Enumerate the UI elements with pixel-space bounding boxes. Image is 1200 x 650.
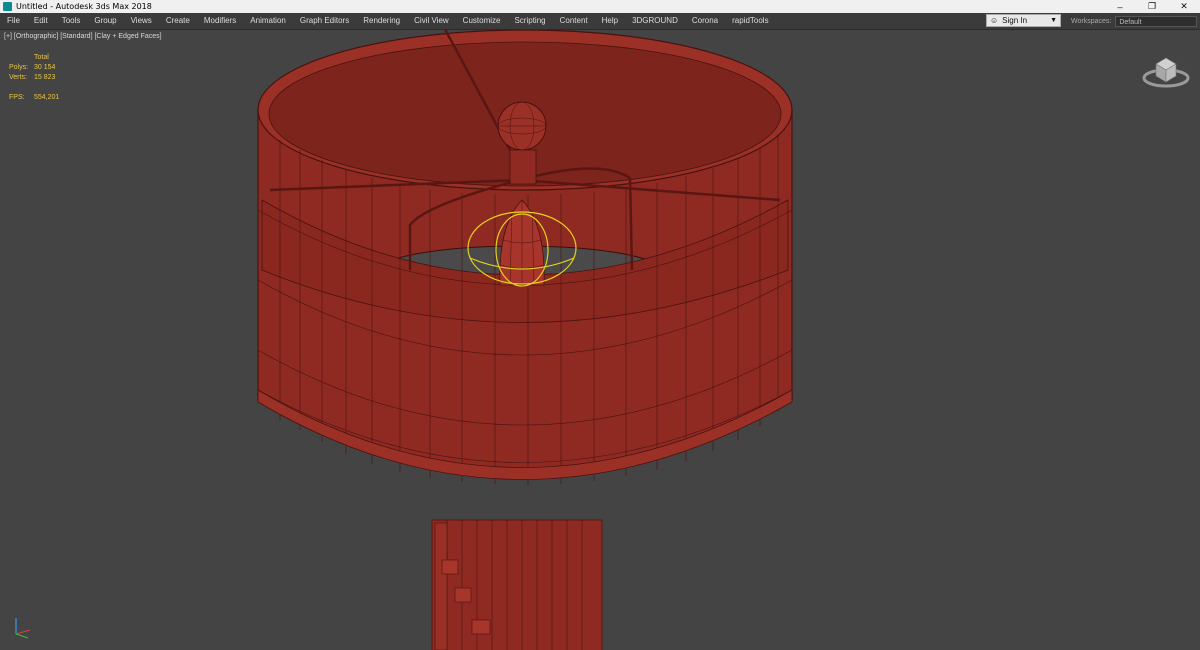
window-controls: – ❐ ✕ [1104,0,1200,13]
viewport-label[interactable]: [+] [Orthographic] [Standard] [Clay + Ed… [4,33,162,40]
window-title: Untitled - Autodesk 3ds Max 2018 [16,2,152,11]
polys-label: Polys: [9,64,29,71]
lamp-model [257,30,793,650]
close-button[interactable]: ✕ [1168,0,1200,13]
verts-value: 15 823 [34,74,56,81]
fps-label: FPS: [9,94,25,101]
chevron-down-icon: ▼ [1050,17,1057,24]
menu-rendering[interactable]: Rendering [356,13,407,29]
menu-customize[interactable]: Customize [456,13,508,29]
user-icon: ☺ [990,16,999,25]
scene-render[interactable] [0,30,1200,650]
menu-file[interactable]: File [0,13,27,29]
menu-civil-view[interactable]: Civil View [407,13,456,29]
menu-create[interactable]: Create [159,13,197,29]
sign-in-label: Sign In [1002,16,1028,25]
menu-modifiers[interactable]: Modifiers [197,13,243,29]
sign-in-dropdown[interactable]: ☺ Sign In ▼ [986,14,1061,27]
fps-value: 554,201 [34,94,60,101]
menu-animation[interactable]: Animation [243,13,293,29]
viewport[interactable]: [+] [Orthographic] [Standard] [Clay + Ed… [0,30,1200,650]
menu-scripting[interactable]: Scripting [507,13,552,29]
workspaces-label: Workspaces: [1071,17,1112,25]
menu-content[interactable]: Content [553,13,595,29]
main-menu-bar: File Edit Tools Group Views Create Modif… [0,13,1200,30]
workspaces-selector: Workspaces: Default [1071,13,1198,29]
restore-button[interactable]: ❐ [1136,0,1168,13]
menu-rapidtools[interactable]: rapidTools [725,13,775,29]
title-bar: Untitled - Autodesk 3ds Max 2018 – ❐ ✕ [0,0,1200,13]
menu-group[interactable]: Group [87,13,123,29]
menu-corona[interactable]: Corona [685,13,725,29]
viewport-statistics: Total Polys: 30 154 Verts: 15 823 FPS: 554,… [9,53,59,103]
verts-label: Verts: [9,74,27,81]
menu-edit[interactable]: Edit [27,13,55,29]
viewcube-icon[interactable] [1140,50,1192,90]
menu-views[interactable]: Views [124,13,159,29]
menu-tools[interactable]: Tools [55,13,88,29]
polys-value: 30 154 [34,64,56,71]
app-logo-icon [3,2,12,11]
stats-total-label: Total [34,54,49,61]
workspaces-dropdown[interactable]: Default [1115,15,1198,27]
menu-help[interactable]: Help [595,13,625,29]
menu-3dground[interactable]: 3DGROUND [625,13,685,29]
minimize-button[interactable]: – [1104,0,1136,13]
axis-tripod-icon [15,618,31,639]
menu-graph-editors[interactable]: Graph Editors [293,13,356,29]
